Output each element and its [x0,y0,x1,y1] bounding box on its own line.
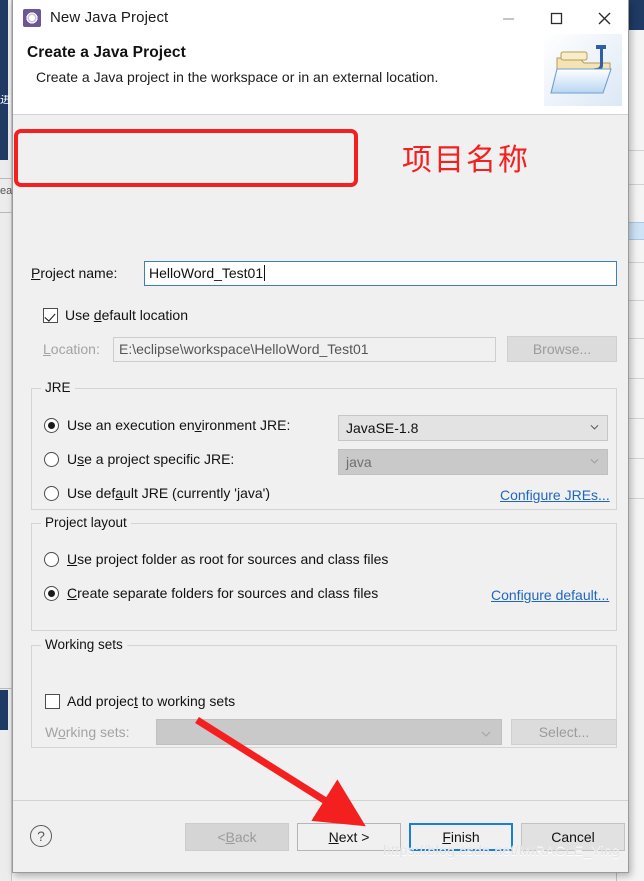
project-layout-group: Project layout Use project folder as roo… [31,515,617,631]
dialog-footer: ? < Back Next > Finish Cancel https://bl… [13,800,628,872]
location-label: Location: [43,341,100,357]
location-row: Location: E:\eclipse\workspace\HelloWord… [43,336,617,362]
select-working-sets-button[interactable]: Select... [511,719,617,745]
dialog-title: New Java Project [50,9,169,26]
browse-button[interactable]: Browse... [507,336,617,362]
page-description: Create a Java project in the workspace o… [36,69,439,85]
radio-project-specific-jre[interactable] [44,451,59,467]
radio-execution-environment[interactable] [44,417,59,433]
jre-option-1-label: Use a project specific JRE: [67,451,235,467]
next-button[interactable]: Next > [297,823,401,851]
chevron-down-icon [590,458,599,464]
background-left-divider [0,688,12,689]
configure-jres-link[interactable]: Configure JREs... [500,487,610,503]
configure-default-link[interactable]: Configure default... [491,587,609,603]
add-to-working-sets-label: Add project to working sets [67,693,236,709]
finish-button[interactable]: Finish [409,823,513,851]
back-button: < Back [185,823,289,851]
background-left-fragment: 进 [0,95,11,106]
project-specific-jre-combo: java [338,449,608,475]
radio-default-jre[interactable] [44,485,59,501]
project-name-label: Project name: [31,265,118,281]
dialog-titlebar: New Java Project [13,0,628,36]
use-default-location-checkbox[interactable] [43,307,58,323]
project-name-input[interactable]: HelloWord_Test01 [144,260,617,286]
layout-option-1-label: Create separate folders for sources and … [67,585,379,601]
layout-option-separate-folders[interactable]: Create separate folders for sources and … [44,585,378,601]
background-left-fragment: ea [0,186,12,197]
jre-option-2-label: Use default JRE (currently 'java') [67,485,270,501]
help-icon[interactable]: ? [30,825,52,847]
eclipse-wizard-icon [23,8,41,27]
jre-group: JRE Use an execution environment JRE: Ja… [31,380,617,510]
use-default-location-label: Use default location [65,307,188,323]
jre-option-project-specific[interactable]: Use a project specific JRE: [44,451,234,467]
radio-project-folder-root[interactable] [44,551,59,567]
add-to-working-sets-checkbox[interactable] [45,693,60,709]
window-controls [484,0,628,36]
execution-environment-value: JavaSE-1.8 [346,420,419,436]
use-default-location-row[interactable]: Use default location [43,307,188,323]
maximize-icon[interactable] [532,0,580,36]
location-value: E:\eclipse\workspace\HelloWord_Test01 [119,341,369,357]
cancel-button[interactable]: Cancel [521,823,625,851]
chevron-down-icon [590,424,599,430]
chevron-down-icon [481,731,491,737]
add-to-working-sets-row[interactable]: Add project to working sets [45,693,235,709]
project-specific-jre-value: java [346,454,372,470]
minimize-icon[interactable] [484,0,532,36]
project-name-row: Project name: HelloWord_Test01 [31,260,617,286]
working-sets-legend: Working sets [41,637,127,652]
background-left-divider [0,178,12,179]
radio-separate-folders[interactable] [44,585,59,601]
jre-option-execution-environment[interactable]: Use an execution environment JRE: [44,417,290,433]
project-name-label-text: roject name: [40,265,118,281]
jre-group-legend: JRE [41,380,75,395]
background-left-divider [0,212,12,213]
working-sets-label: Working sets: [45,724,130,740]
wizard-header: Create a Java Project Create a Java proj… [13,34,628,115]
page-title: Create a Java Project [27,44,186,61]
background-left-fragment: t [0,702,4,713]
layout-option-0-label: Use project folder as root for sources a… [67,551,389,567]
working-sets-combo [156,719,502,745]
dialog-body: Project name: HelloWord_Test01 Use defau… [13,115,628,838]
new-java-project-dialog: New Java Project Create a Java Project C… [12,0,629,873]
jre-option-0-label: Use an execution environment JRE: [67,417,291,433]
background-left-titlebar [0,0,8,160]
jre-option-default[interactable]: Use default JRE (currently 'java') [44,485,270,501]
layout-option-project-folder[interactable]: Use project folder as root for sources a… [44,551,388,567]
close-icon[interactable] [580,0,628,36]
project-layout-legend: Project layout [41,515,131,530]
location-input: E:\eclipse\workspace\HelloWord_Test01 [113,336,496,362]
text-caret [264,265,266,281]
java-project-folder-icon [544,34,622,106]
project-name-value: HelloWord_Test01 [149,265,264,281]
execution-environment-combo[interactable]: JavaSE-1.8 [338,415,608,441]
